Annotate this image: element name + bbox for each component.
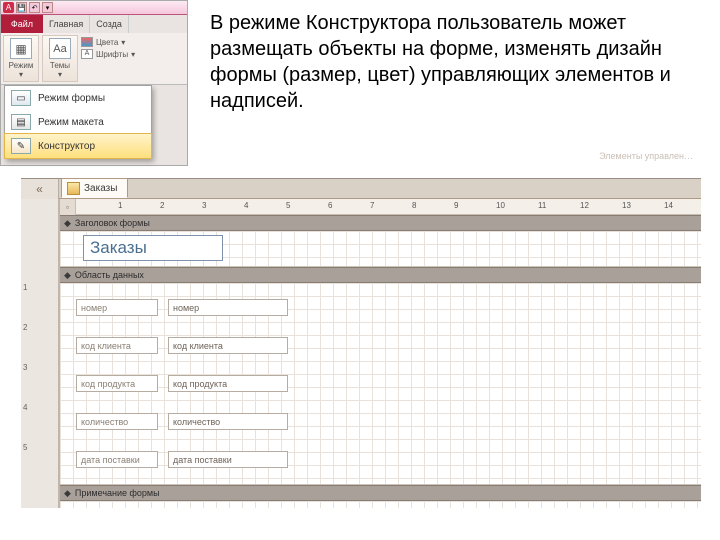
field-label[interactable]: код клиента	[76, 337, 158, 354]
palette-icon	[81, 37, 93, 47]
grid-icon: ▦	[10, 38, 32, 59]
vertical-ruler: 1 2 3 4 5	[21, 199, 59, 508]
section-footer-body[interactable]	[60, 501, 701, 508]
fonts-icon: A	[81, 49, 93, 59]
form-view-icon: ▭	[11, 90, 31, 106]
ghost-caption: Элементы управлен…	[599, 151, 693, 161]
tab-home[interactable]: Главная	[43, 15, 90, 33]
hruler-mark: 6	[328, 201, 332, 210]
object-tabs: Заказы	[59, 179, 701, 199]
nav-collapse[interactable]: «	[21, 179, 59, 199]
chevrons-left-icon: «	[36, 182, 43, 196]
hruler-mark: 2	[160, 201, 164, 210]
qat-undo-icon[interactable]: ↶	[29, 2, 40, 13]
section-bullet-icon: ◆	[64, 488, 71, 499]
section-detail-bar[interactable]: ◆ Область данных	[60, 267, 701, 283]
field-label[interactable]: количество	[76, 413, 158, 430]
section-detail-label: Область данных	[75, 270, 144, 280]
chevron-down-icon: ▾	[19, 70, 23, 79]
colors-row[interactable]: Цвета ▾	[81, 37, 185, 47]
hruler-mark: 10	[496, 201, 505, 210]
object-tab-orders[interactable]: Заказы	[61, 178, 128, 198]
vruler-mark: 4	[23, 403, 27, 412]
hruler-mark: 3	[202, 201, 206, 210]
section-bullet-icon: ◆	[64, 270, 71, 281]
themes-button[interactable]: Aa Темы ▾	[42, 35, 78, 82]
menu-item-layout-view[interactable]: ▤ Режим макета	[5, 110, 151, 134]
fonts-label: Шрифты	[96, 50, 128, 59]
field-textbox[interactable]: код продукта	[168, 375, 288, 392]
section-header-label: Заголовок формы	[75, 218, 150, 228]
app-icon[interactable]: A	[3, 2, 14, 13]
vruler-mark: 3	[23, 363, 27, 372]
hruler-mark: 13	[622, 201, 631, 210]
ribbon-body: ▦ Режим ▾ Aa Темы ▾ Цвета ▾ AШрифты ▾	[1, 33, 187, 85]
form-title-label[interactable]: Заказы	[83, 235, 223, 261]
qat-save-icon[interactable]: 💾	[16, 2, 27, 13]
field-textbox[interactable]: номер	[168, 299, 288, 316]
ribbon-tabs: Файл Главная Созда	[1, 15, 187, 33]
form-designer: Элементы управлен… « Заказы 1 2 3 4 5 ▫ …	[21, 178, 701, 508]
themes-button-label: Темы	[50, 61, 70, 70]
section-header-body[interactable]: Заказы	[60, 231, 701, 267]
colors-label: Цвета	[96, 38, 118, 47]
section-detail-body[interactable]: номер номер код клиента код клиента код …	[60, 283, 701, 485]
explanation-text: В режиме Конструктора пользователь может…	[210, 10, 680, 114]
tab-create[interactable]: Созда	[90, 15, 129, 33]
hruler-mark: 8	[412, 201, 416, 210]
view-button-label: Режим	[9, 61, 34, 70]
form-icon	[67, 182, 80, 195]
hruler-mark: 9	[454, 201, 458, 210]
field-textbox[interactable]: код клиента	[168, 337, 288, 354]
hruler-mark: 12	[580, 201, 589, 210]
horizontal-ruler: ▫ 1 2 3 4 5 6 7 8 9 10 11 12 13 14	[60, 199, 701, 215]
section-header-bar[interactable]: ◆ Заголовок формы	[60, 215, 701, 231]
layout-view-icon: ▤	[11, 114, 31, 130]
field-label[interactable]: дата поставки	[76, 451, 158, 468]
hruler-mark: 14	[664, 201, 673, 210]
qat-redo-icon[interactable]: ▾	[42, 2, 53, 13]
view-button[interactable]: ▦ Режим ▾	[3, 35, 39, 82]
vruler-mark: 5	[23, 443, 27, 452]
field-textbox[interactable]: дата поставки	[168, 451, 288, 468]
fonts-row[interactable]: AШрифты ▾	[81, 49, 185, 59]
field-label[interactable]: номер	[76, 299, 158, 316]
titlebar: A 💾 ↶ ▾	[1, 1, 187, 15]
section-footer-bar[interactable]: ◆ Примечание формы	[60, 485, 701, 501]
hruler-mark: 5	[286, 201, 290, 210]
hruler-mark: 7	[370, 201, 374, 210]
menu-item-form-view[interactable]: ▭ Режим формы	[5, 86, 151, 110]
theme-options: Цвета ▾ AШрифты ▾	[81, 35, 185, 82]
design-view-icon: ✎	[11, 138, 31, 154]
themes-icon: Aa	[49, 38, 71, 59]
view-dropdown: ▭ Режим формы ▤ Режим макета ✎ Конструкт…	[4, 85, 152, 159]
vruler-mark: 1	[23, 283, 27, 292]
section-footer-label: Примечание формы	[75, 488, 160, 498]
chevron-down-icon: ▾	[58, 70, 62, 79]
field-label[interactable]: код продукта	[76, 375, 158, 392]
hruler-mark: 1	[118, 201, 122, 210]
menu-label: Режим формы	[38, 93, 105, 104]
ribbon-fragment: A 💾 ↶ ▾ Файл Главная Созда ▦ Режим ▾ Aa …	[0, 0, 188, 166]
hruler-mark: 11	[538, 201, 546, 210]
menu-label: Режим макета	[38, 117, 104, 128]
section-bullet-icon: ◆	[64, 218, 71, 229]
tab-file[interactable]: Файл	[1, 15, 43, 33]
hruler-mark: 4	[244, 201, 248, 210]
ruler-select-all[interactable]: ▫	[60, 199, 76, 215]
object-tab-label: Заказы	[84, 183, 117, 194]
field-textbox[interactable]: количество	[168, 413, 288, 430]
menu-item-design-view[interactable]: ✎ Конструктор	[4, 133, 152, 159]
design-surface[interactable]: ▫ 1 2 3 4 5 6 7 8 9 10 11 12 13 14 ◆ Заго…	[59, 199, 701, 508]
vruler-mark: 2	[23, 323, 27, 332]
menu-label: Конструктор	[38, 141, 95, 152]
